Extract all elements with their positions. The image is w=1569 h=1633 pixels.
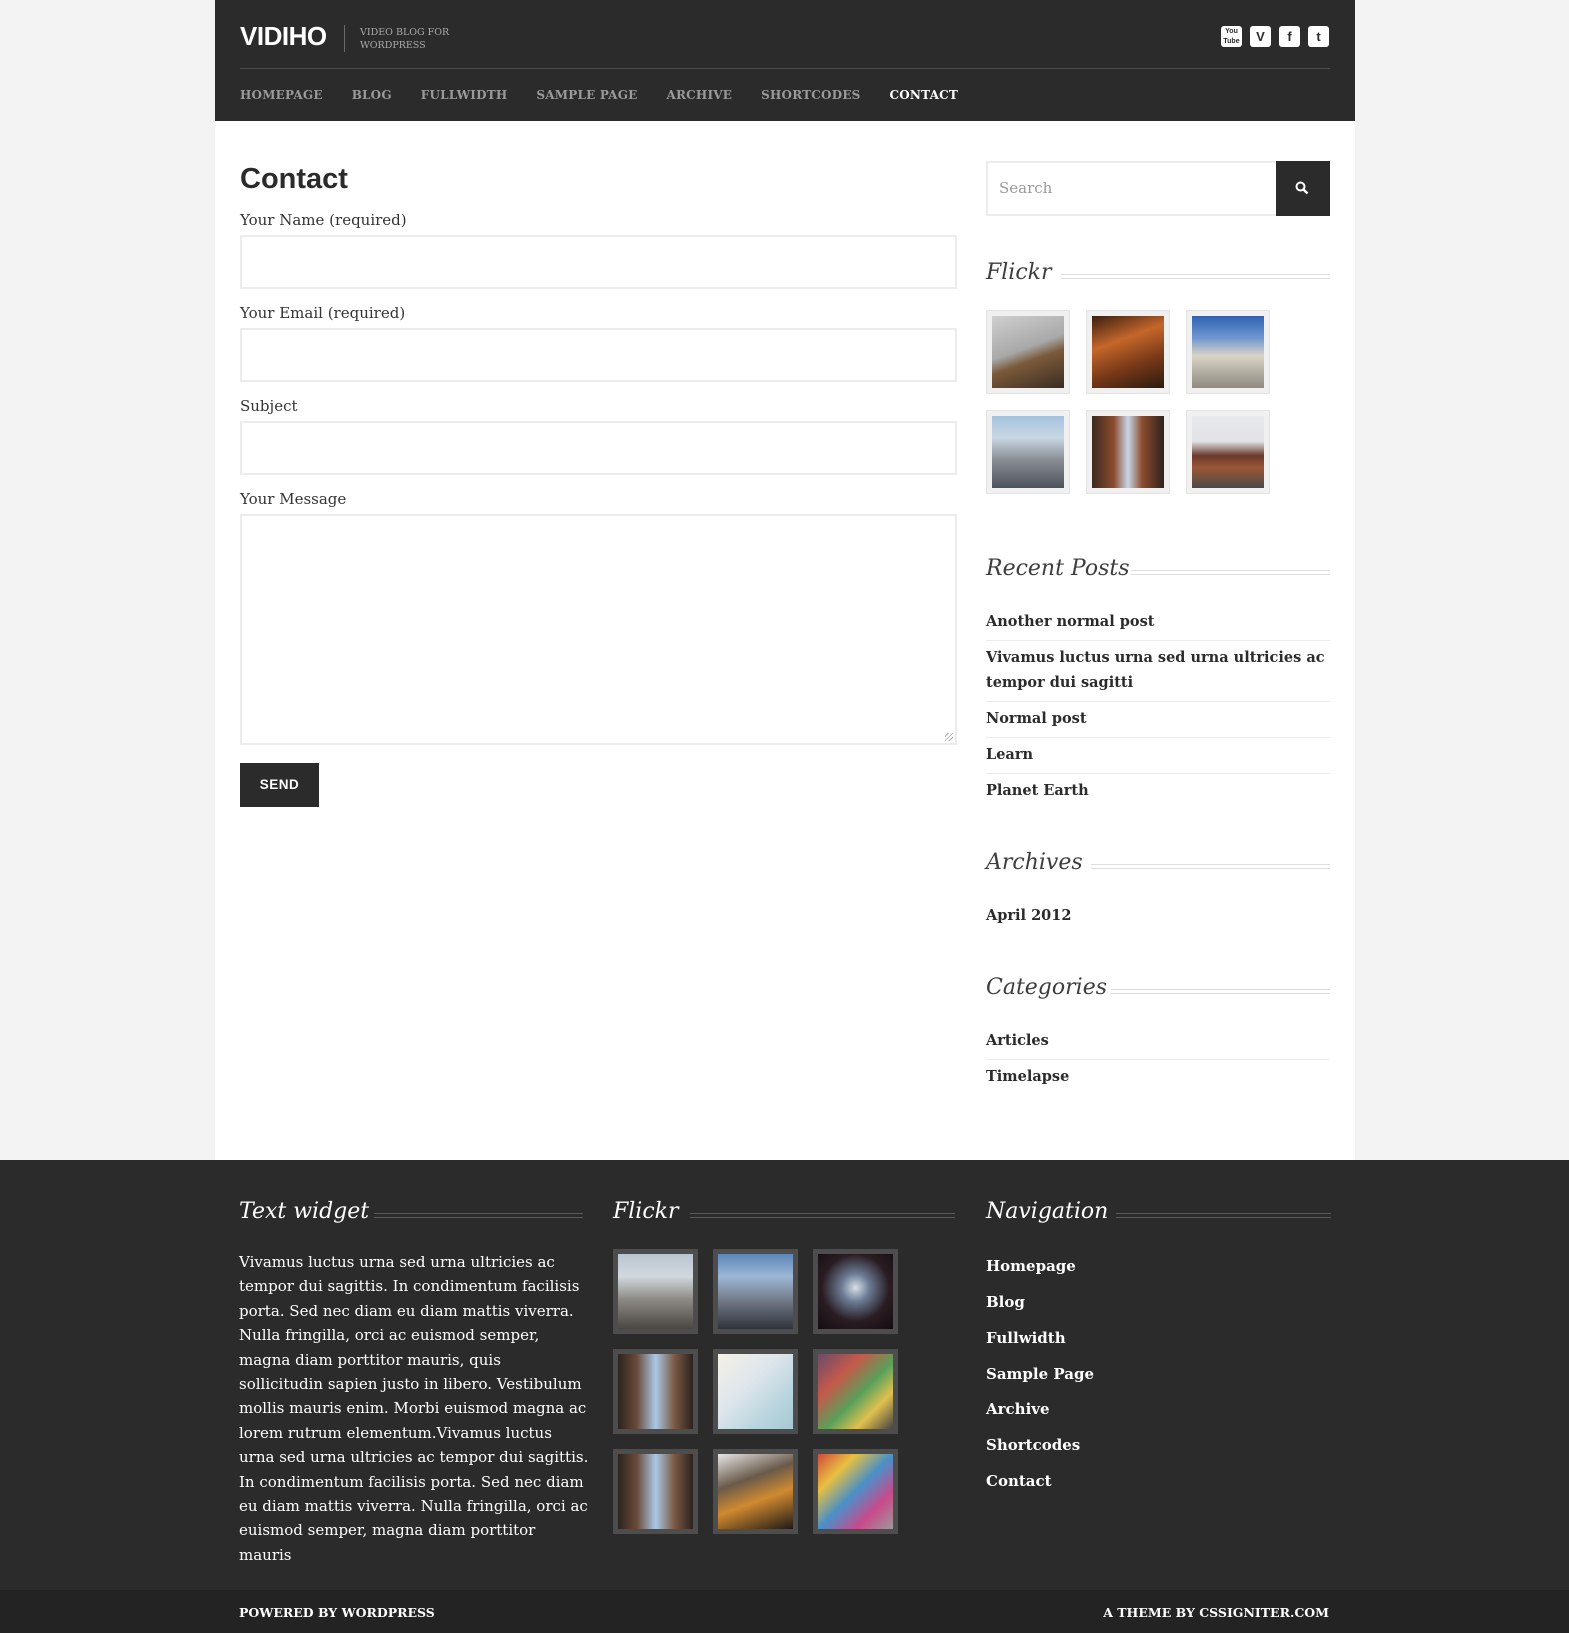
nav-item-archive[interactable]: ARCHIVE [667,88,733,102]
footer-bottom-bar: POWERED BY WORDPRESS A THEME BY CSSIGNIT… [0,1590,1569,1633]
flickr-thumb[interactable] [713,1449,798,1534]
search-icon [1295,181,1309,195]
nav-item-blog[interactable]: BLOG [352,88,392,102]
subject-label: Subject [240,397,298,415]
flickr-thumb[interactable] [613,1449,698,1534]
footer-nav-shortcodes[interactable]: Shortcodes [986,1436,1080,1454]
nav-item-shortcodes[interactable]: SHORTCODES [761,88,860,102]
archives-title: Archives [986,850,1083,875]
site-header: VIDIHO VIDEO BLOG FOR WORDPRESS You Tube… [215,0,1355,121]
resize-handle-icon[interactable] [945,733,953,741]
site-logo[interactable]: VIDIHO [240,21,327,52]
email-label: Your Email (required) [240,304,406,322]
flickr-thumb[interactable] [613,1349,698,1434]
footer-nav-contact[interactable]: Contact [986,1472,1052,1490]
message-textarea[interactable] [240,514,957,745]
flickr-thumb[interactable] [986,410,1070,494]
page-title: Contact [240,163,348,195]
widget-title-rule [1111,989,1330,994]
list-divider [986,1059,1330,1060]
flickr-thumb[interactable] [1186,310,1270,394]
flickr-thumb[interactable] [713,1249,798,1334]
flickr-thumb[interactable] [813,1349,898,1434]
widget-title-rule [374,1213,583,1218]
recent-post-link[interactable]: Vivamus luctus urna sed urna ultricies a… [986,645,1330,695]
recent-post-link[interactable]: Normal post [986,706,1330,731]
widget-title-rule [1061,274,1330,279]
flickr-thumb[interactable] [1186,410,1270,494]
widget-title-rule [1131,570,1330,575]
nav-item-contact[interactable]: CONTACT [890,88,958,102]
send-button[interactable]: SEND [240,763,319,807]
facebook-icon[interactable]: f [1279,26,1300,47]
recent-post-link[interactable]: Planet Earth [986,778,1330,803]
text-widget-title: Text widget [239,1199,370,1224]
recent-posts-title: Recent Posts [986,556,1130,581]
flickr-widget-title: Flickr [986,260,1052,285]
recent-post-link[interactable]: Learn [986,742,1330,767]
category-link[interactable]: Timelapse [986,1064,1330,1089]
site-footer: Text widget Vivamus luctus urna sed urna… [0,1160,1569,1590]
category-link[interactable]: Articles [986,1028,1330,1053]
vimeo-icon[interactable]: V [1250,26,1271,47]
name-field[interactable] [240,235,957,289]
flickr-thumb[interactable] [813,1249,898,1334]
widget-title-rule [690,1213,955,1218]
widget-title-rule [1116,1213,1331,1218]
flickr-thumb[interactable] [1086,310,1170,394]
flickr-thumb[interactable] [813,1449,898,1534]
nav-item-fullwidth[interactable]: FULLWIDTH [421,88,508,102]
list-divider [986,773,1330,774]
email-field[interactable] [240,328,957,382]
footer-nav-blog[interactable]: Blog [986,1293,1025,1311]
site-tagline: VIDEO BLOG FOR WORDPRESS [360,27,450,51]
list-divider [986,737,1330,738]
widget-title-rule [1091,864,1330,869]
social-links: You Tube V f t [1221,26,1329,47]
search-button[interactable] [1276,161,1330,216]
flickr-thumb[interactable] [986,310,1070,394]
footer-navigation-title: Navigation [986,1199,1109,1224]
footer-nav-fullwidth[interactable]: Fullwidth [986,1329,1066,1347]
main-nav: HOMEPAGE BLOG FULLWIDTH SAMPLE PAGE ARCH… [240,88,987,102]
footer-nav-archive[interactable]: Archive [986,1400,1050,1418]
footer-flickr-title: Flickr [613,1199,679,1224]
search-placeholder: Search [999,179,1053,197]
flickr-thumb[interactable] [1086,410,1170,494]
name-label: Your Name (required) [240,211,407,229]
footer-nav-sample-page[interactable]: Sample Page [986,1365,1094,1383]
nav-item-homepage[interactable]: HOMEPAGE [240,88,323,102]
logo-divider [344,25,345,52]
powered-by-link[interactable]: POWERED BY WORDPRESS [239,1605,435,1620]
main-content: Contact Your Name (required) Your Email … [215,121,1355,1160]
twitter-icon[interactable]: t [1308,26,1329,47]
flickr-thumb[interactable] [713,1349,798,1434]
archive-link[interactable]: April 2012 [986,903,1330,928]
youtube-icon[interactable]: You Tube [1221,26,1242,47]
categories-title: Categories [986,975,1107,1000]
subject-field[interactable] [240,421,957,475]
header-divider [240,68,1330,69]
list-divider [986,701,1330,702]
message-label: Your Message [240,490,347,508]
nav-item-sample-page[interactable]: SAMPLE PAGE [536,88,637,102]
list-divider [986,640,1330,641]
recent-post-link[interactable]: Another normal post [986,609,1330,634]
flickr-thumb[interactable] [613,1249,698,1334]
footer-nav-homepage[interactable]: Homepage [986,1257,1076,1275]
theme-credit-link[interactable]: A THEME BY CSSIGNITER.COM [1103,1605,1329,1620]
text-widget-body: Vivamus luctus urna sed urna ultricies a… [239,1253,589,1564]
